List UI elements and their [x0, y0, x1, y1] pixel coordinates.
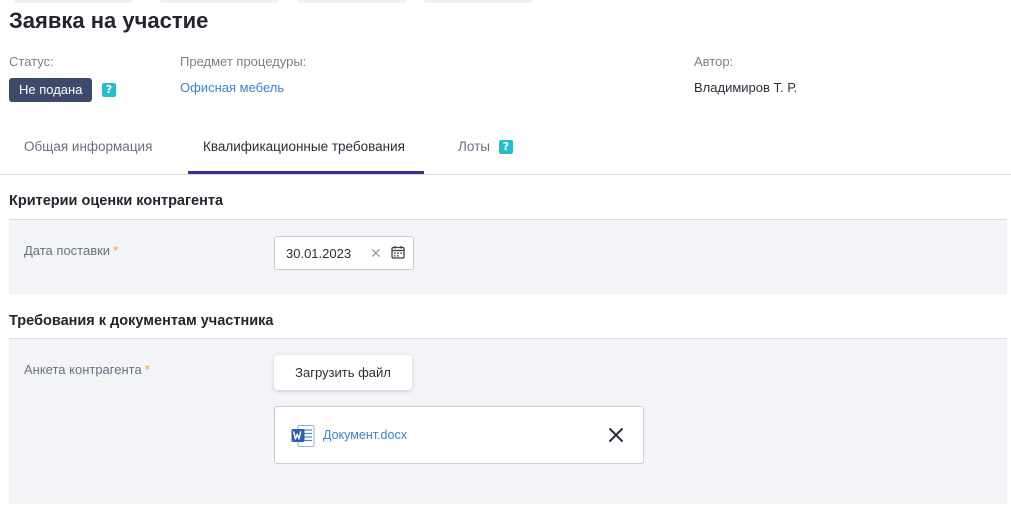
tab-qualification-requirements[interactable]: Квалификационные требования — [203, 126, 405, 174]
subject-label: Предмет процедуры: — [180, 54, 307, 69]
criteria-section-body — [9, 220, 1007, 294]
active-tab-indicator — [188, 171, 424, 174]
file-name-link[interactable]: Документ.docx — [323, 428, 407, 442]
tab-general-info[interactable]: Общая информация — [24, 126, 152, 174]
delivery-date-input[interactable]: 30.01.2023 ✕ — [274, 236, 414, 270]
lots-help-icon[interactable]: ? — [499, 140, 513, 154]
status-badge: Не подана — [9, 78, 93, 102]
required-mark: * — [144, 362, 150, 377]
attached-file-card: Документ.docx — [274, 406, 644, 464]
clear-icon[interactable]: ✕ — [370, 246, 382, 262]
subject-link[interactable]: Офисная мебель — [180, 80, 284, 95]
required-mark: * — [113, 243, 119, 258]
close-icon[interactable] — [607, 426, 625, 444]
word-file-icon — [291, 425, 315, 447]
delivery-date-label: Дата поставки * — [24, 243, 118, 258]
tab-label: Квалификационные требования — [203, 139, 405, 154]
top-toolbar-remnant — [0, 0, 1011, 4]
criteria-section-title: Критерии оценки контрагента — [9, 193, 224, 209]
documents-section-title: Требования к документам участника — [9, 313, 274, 329]
page-title: Заявка на участие — [9, 8, 209, 33]
tab-label: Общая информация — [24, 139, 153, 154]
author-value: Владимиров Т. Р. — [694, 80, 798, 95]
delivery-date-label-text: Дата поставки — [24, 243, 111, 258]
calendar-icon[interactable] — [391, 245, 405, 259]
status-label: Статус: — [9, 54, 54, 69]
upload-file-button[interactable]: Загрузить файл — [274, 355, 412, 390]
questionnaire-label-text: Анкета контрагента — [24, 362, 142, 377]
tab-lots[interactable]: Лоты — [458, 126, 490, 174]
tab-label: Лоты — [458, 139, 490, 154]
delivery-date-value[interactable]: 30.01.2023 — [286, 246, 351, 261]
questionnaire-label: Анкета контрагента * — [24, 362, 150, 377]
status-help-icon[interactable]: ? — [102, 83, 116, 97]
author-label: Автор: — [694, 54, 734, 69]
